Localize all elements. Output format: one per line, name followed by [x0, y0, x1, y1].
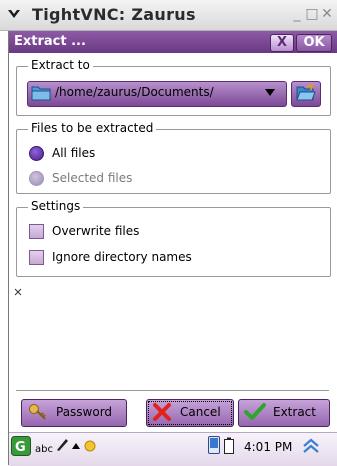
folder-icon: [31, 86, 51, 101]
svg-text:G: G: [15, 440, 26, 455]
pen-icon[interactable]: [55, 436, 69, 452]
window-menu-icon[interactable]: [6, 6, 22, 22]
all-files-radio[interactable]: [29, 146, 44, 161]
settings-group: [16, 207, 331, 277]
key-icon: [29, 404, 46, 420]
input-method-label[interactable]: abc: [35, 444, 53, 455]
path-value: /home/zaurus/Documents/: [55, 85, 214, 99]
button-separator: [16, 390, 329, 391]
dialog-ok-button[interactable]: OK: [296, 34, 332, 52]
dialog-title: Extract ...: [14, 34, 86, 49]
overwrite-files-label[interactable]: Overwrite files: [52, 224, 139, 238]
password-button-label: Password: [56, 405, 113, 419]
dialog-close-button[interactable]: X: [270, 34, 294, 52]
launcher-icon[interactable]: G: [11, 436, 31, 456]
all-files-label[interactable]: All files: [52, 146, 95, 160]
files-legend: Files to be extracted: [28, 121, 157, 135]
clock[interactable]: 4:01 PM: [244, 440, 292, 454]
maximize-button[interactable]: □: [305, 7, 319, 21]
overwrite-files-checkbox[interactable]: [29, 224, 44, 239]
pda-icon[interactable]: [208, 436, 220, 454]
ignore-directory-names-label[interactable]: Ignore directory names: [52, 250, 192, 264]
settings-legend: Settings: [28, 199, 84, 213]
cancel-button-label: Cancel: [180, 405, 221, 419]
selected-files-radio[interactable]: [29, 171, 44, 186]
folder-open-icon: [296, 84, 316, 101]
sun-icon[interactable]: [82, 437, 98, 453]
minimize-button[interactable]: _: [290, 7, 304, 21]
double-chevron-up-icon[interactable]: [302, 437, 320, 455]
cursor-icon: [14, 288, 22, 296]
cancel-x-icon: [153, 403, 171, 421]
chevron-down-icon[interactable]: [265, 89, 275, 97]
window-title: TightVNC: Zaurus: [32, 5, 196, 24]
checkmark-icon: [244, 403, 266, 420]
extract-button-label: Extract: [273, 405, 316, 419]
ignore-directory-names-checkbox[interactable]: [29, 250, 44, 265]
chevron-up-icon[interactable]: [72, 443, 80, 449]
selected-files-label[interactable]: Selected files: [52, 171, 132, 185]
extract-to-legend: Extract to: [28, 58, 93, 72]
battery-icon[interactable]: [224, 437, 234, 454]
close-window-button[interactable]: ✕: [320, 7, 334, 21]
